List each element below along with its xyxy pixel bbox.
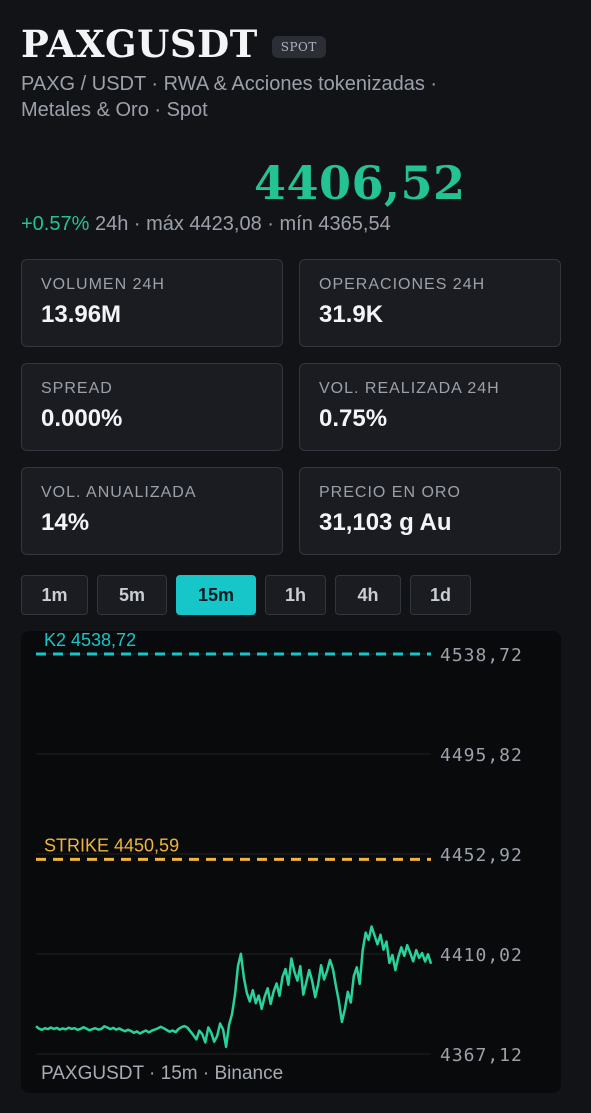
metric-value: 0.75% — [319, 405, 388, 432]
reference-line-label: K2 4538,72 — [44, 631, 136, 650]
range-24h: 24h · máx 4423,08 · mín 4365,54 — [89, 213, 391, 235]
tab-4h[interactable]: 4h — [335, 575, 401, 615]
symbol-title: PAXGUSDT — [21, 22, 258, 66]
metric-card-annualized-vol: VOL. ANUALIZADA 14% — [21, 467, 283, 555]
metric-card-volume: VOLUMEN 24H 13.96M — [21, 259, 283, 347]
metric-label: VOLUMEN 24H — [41, 276, 165, 293]
tab-5m[interactable]: 5m — [97, 575, 167, 615]
metric-value: 14% — [41, 509, 90, 536]
metric-label: SPREAD — [41, 380, 113, 397]
metrics-grid: VOLUMEN 24H 13.96M OPERACIONES 24H 31.9K… — [21, 259, 561, 555]
metric-value: 13.96M — [41, 301, 122, 328]
last-price: 4406,52 — [254, 156, 466, 210]
metric-value: 0.000% — [41, 405, 123, 432]
metric-value: 31.9K — [319, 301, 384, 328]
price-chart[interactable]: 4538,72 4495,82 4452,92 4410,02 4367,12 K2 45… — [21, 631, 561, 1093]
y-tick-label: 4538,72 — [440, 645, 523, 666]
y-tick-label: 4495,82 — [440, 745, 523, 766]
market-type-badge: SPOT — [271, 36, 326, 58]
metric-label: VOL. ANUALIZADA — [41, 484, 197, 501]
metric-value: 31,103 g Au — [319, 509, 452, 536]
timeframe-tabs: 1m 5m 15m 1h 4h 1d — [21, 575, 471, 615]
symbol-subtitle: PAXG / USDT · RWA & Acciones tokenizadas… — [21, 73, 438, 121]
y-tick-label: 4452,92 — [440, 845, 523, 866]
metric-label: VOL. REALIZADA 24H — [319, 380, 500, 397]
metric-label: PRECIO EN ORO — [319, 484, 461, 501]
change-24h: +0.57% — [21, 213, 90, 235]
chart-source-label: PAXGUSDT · 15m · Binance — [41, 1063, 284, 1084]
title-row: PAXGUSDT SPOT — [21, 22, 571, 66]
price-line — [35, 925, 433, 1049]
y-tick-label: 4410,02 — [440, 945, 523, 966]
metric-card-trades: OPERACIONES 24H 31.9K — [299, 259, 561, 347]
tab-15m[interactable]: 15m — [176, 575, 256, 615]
tab-1h[interactable]: 1h — [265, 575, 326, 615]
metric-card-gold-price: PRECIO EN ORO 31,103 g Au — [299, 467, 561, 555]
reference-line-label: STRIKE 4450,59 — [44, 835, 179, 855]
price-chart-svg: 4538,72 4495,82 4452,92 4410,02 4367,12 K2 45… — [35, 631, 523, 1066]
stats-line: +0.57% 24h · máx 4423,08 · mín 4365,54 — [21, 213, 391, 236]
metric-label: OPERACIONES 24H — [319, 276, 486, 293]
tab-1m[interactable]: 1m — [21, 575, 88, 615]
header: PAXGUSDT SPOT PAXG / USDT · RWA & Accion… — [21, 22, 571, 123]
metric-card-spread: SPREAD 0.000% — [21, 363, 283, 451]
y-tick-label: 4367,12 — [440, 1045, 523, 1066]
metric-card-realized-vol: VOL. REALIZADA 24H 0.75% — [299, 363, 561, 451]
tab-1d[interactable]: 1d — [410, 575, 471, 615]
